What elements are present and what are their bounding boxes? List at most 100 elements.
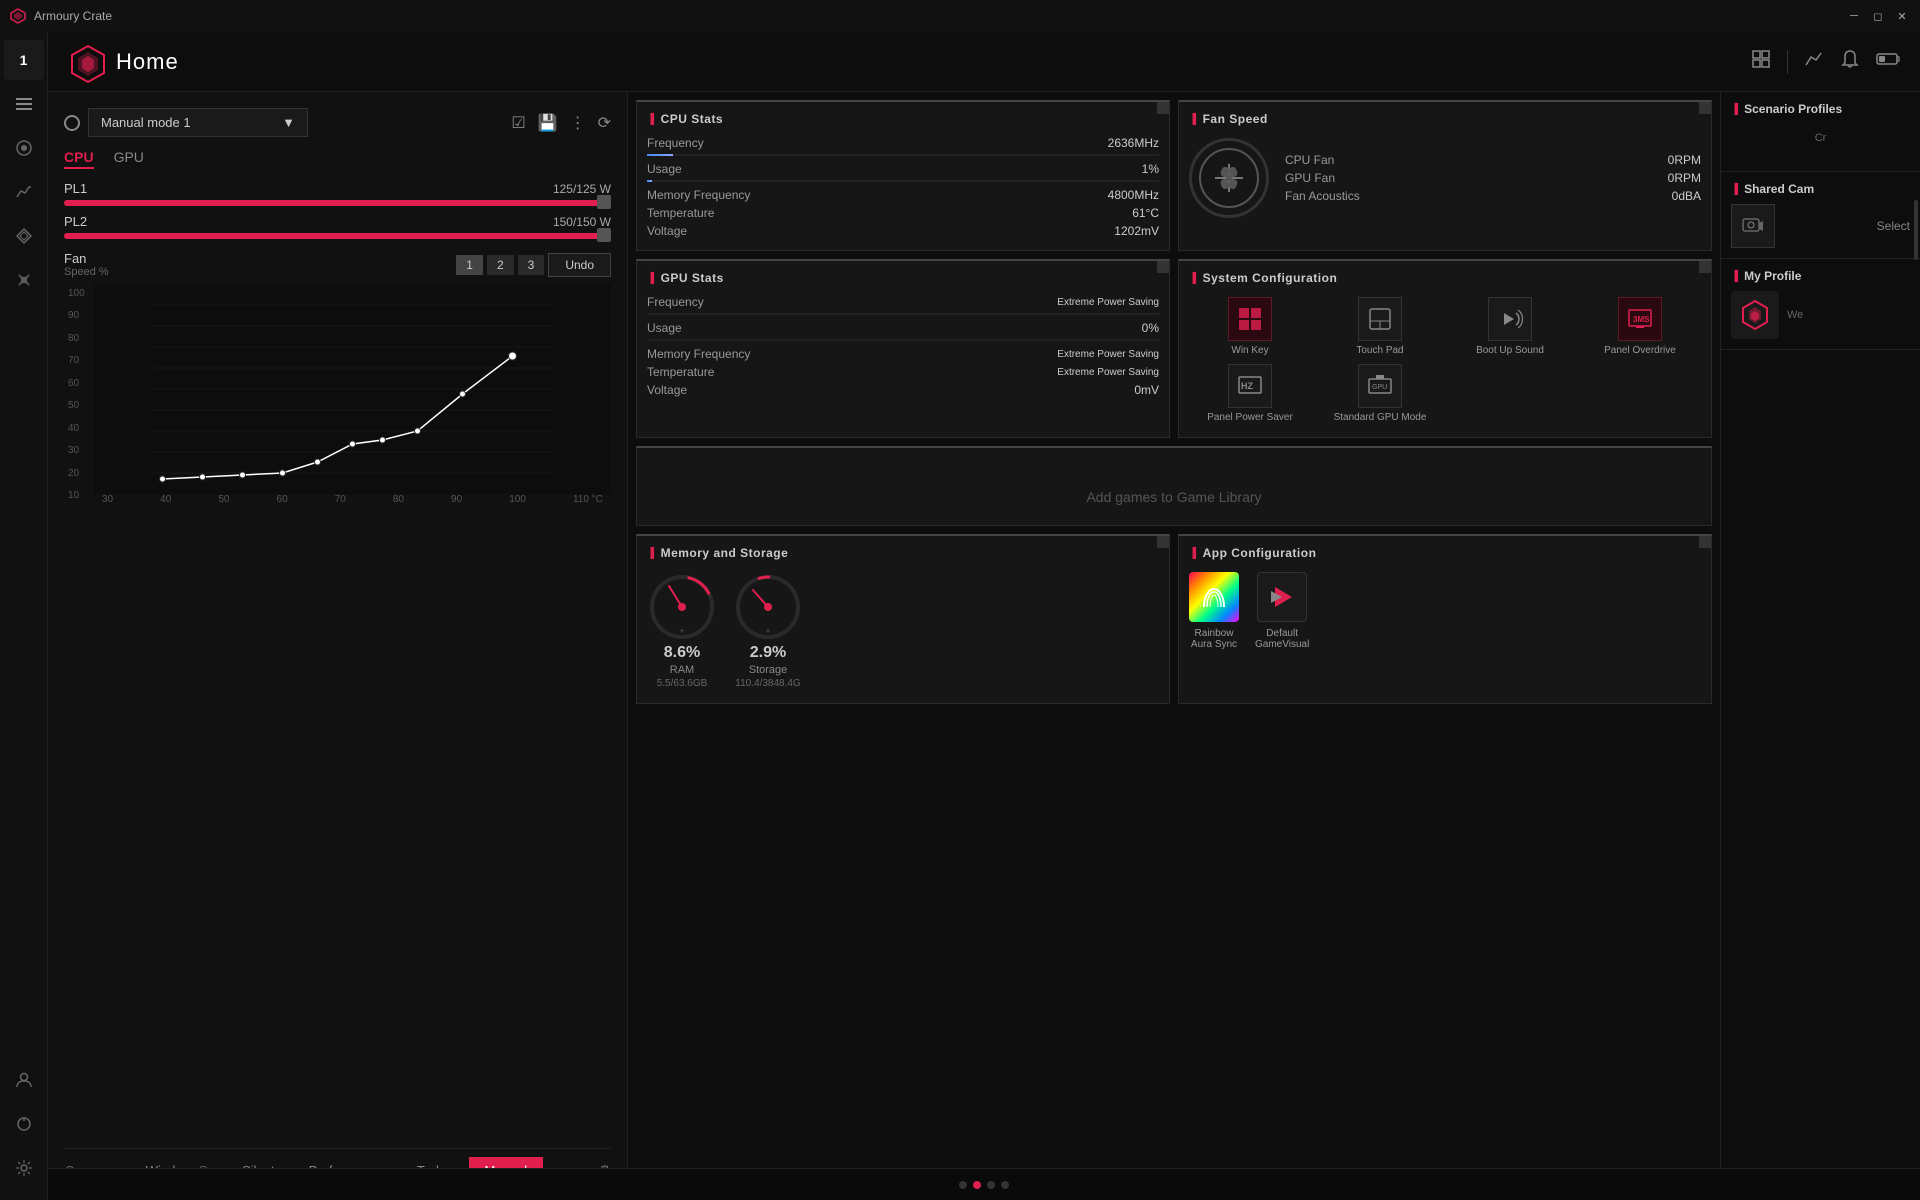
- gpu-stats-panel: ▐ GPU Stats Frequency Extreme Power Savi…: [636, 259, 1170, 438]
- cpu-stats-panel: ▐ CPU Stats Frequency 2636MHz Usage 1: [636, 100, 1170, 251]
- acoustics-row: Fan Acoustics 0dBA: [1285, 187, 1701, 205]
- sidebar: 1: [0, 32, 48, 1200]
- save-icon[interactable]: 💾: [538, 113, 558, 133]
- sidebar-top: 1: [4, 40, 44, 1056]
- shared-cam-title: ▐ Shared Cam: [1731, 182, 1910, 196]
- pl2-slider[interactable]: [64, 233, 611, 239]
- sidebar-item-lighting[interactable]: [4, 128, 44, 168]
- sidebar-item-hamburger[interactable]: [4, 84, 44, 124]
- sidebar-item-fan-settings[interactable]: [4, 260, 44, 300]
- header-icons: [1751, 49, 1900, 74]
- profile-dropdown-btn[interactable]: Manual mode 1 ▼: [88, 108, 308, 137]
- sidebar-item-home[interactable]: 1: [4, 40, 44, 80]
- fan-title-group: Fan Speed %: [64, 251, 109, 278]
- hamburger-icon: [12, 94, 36, 114]
- sys-item-powersaver[interactable]: HZ Panel Power Saver: [1189, 364, 1311, 423]
- add-games-area[interactable]: Add games to Game Library: [647, 489, 1701, 505]
- sys-item-touchpad[interactable]: Touch Pad: [1319, 297, 1441, 356]
- stats-row-2: ▐ GPU Stats Frequency Extreme Power Savi…: [636, 259, 1712, 438]
- grid-icon[interactable]: [1751, 49, 1771, 74]
- sidebar-item-aura[interactable]: [4, 216, 44, 256]
- cpu-fan-row: CPU Fan 0RPM: [1285, 151, 1701, 169]
- fan-chart-area: 30 40 50 60 70 80 90 100 110 °C: [94, 284, 611, 505]
- pl1-handle[interactable]: [597, 195, 611, 209]
- svg-text:+: +: [765, 626, 770, 636]
- fan-btn-3[interactable]: 3: [518, 255, 545, 275]
- fan-title: Fan: [64, 251, 86, 266]
- ram-label: RAM: [670, 664, 694, 676]
- my-profile-content: We: [1731, 291, 1910, 339]
- sidebar-bottom: [4, 1060, 44, 1200]
- chart-icon[interactable]: [1804, 49, 1824, 74]
- sys-item-bootup[interactable]: Boot Up Sound: [1449, 297, 1571, 356]
- cpu-freq-row: Frequency 2636MHz: [647, 134, 1159, 152]
- fan-btn-1[interactable]: 1: [456, 255, 483, 275]
- bell-icon[interactable]: [1840, 49, 1860, 74]
- right-scroll-handle[interactable]: [1914, 200, 1918, 260]
- fan-controls: 1 2 3 Undo: [456, 253, 611, 277]
- tab-cpu[interactable]: CPU: [64, 149, 94, 169]
- minimize-btn[interactable]: ─: [1846, 8, 1862, 24]
- cpu-memfreq-row: Memory Frequency 4800MHz: [647, 186, 1159, 204]
- fan-xaxis: 30 40 50 60 70 80 90 100 110 °C: [94, 494, 611, 505]
- gpu-freq-bar: [647, 313, 1159, 315]
- header-divider-1: [1787, 50, 1788, 74]
- cpu-temp-row: Temperature 61°C: [647, 204, 1159, 222]
- fan-subtitle: Speed %: [64, 266, 109, 278]
- fan-chart-wrapper: 100 90 80 70 60 50 40 30 20 10: [64, 284, 611, 505]
- gpu-freq-row: Frequency Extreme Power Saving: [647, 293, 1159, 311]
- sys-item-winkey[interactable]: Win Key: [1189, 297, 1311, 356]
- sidebar-item-circle[interactable]: [4, 1104, 44, 1144]
- app-config-panel: ▐ App Configuration: [1178, 534, 1712, 704]
- window-controls: ─ ◻ ✕: [1846, 8, 1910, 24]
- ram-gauge: + 8.6% RAM 5.5/63.6GB: [647, 572, 717, 689]
- storage-detail: 110.4/3848.4G: [735, 678, 800, 689]
- cpu-voltage-row: Voltage 1202mV: [647, 222, 1159, 240]
- pl1-slider[interactable]: [64, 200, 611, 206]
- battery-icon[interactable]: [1876, 51, 1900, 72]
- app-item-gamevisual[interactable]: DefaultGameVisual: [1255, 572, 1309, 650]
- dot-1: [959, 1181, 967, 1189]
- profile-info: We: [1779, 309, 1910, 321]
- dot-3: [987, 1181, 995, 1189]
- fan-btn-2[interactable]: 2: [487, 255, 514, 275]
- gpu-usage-bar: [647, 339, 1159, 341]
- pl1-row: PL1 125/125 W: [64, 181, 611, 206]
- undo-btn[interactable]: Undo: [548, 253, 611, 277]
- gpu-fan-row: GPU Fan 0RPM: [1285, 169, 1701, 187]
- pl2-handle[interactable]: [597, 228, 611, 242]
- storage-dial: +: [733, 572, 803, 642]
- gamevisual-label: DefaultGameVisual: [1255, 628, 1309, 650]
- more-icon[interactable]: ⋮: [570, 113, 586, 133]
- stats-area: ▐ CPU Stats Frequency 2636MHz Usage 1: [628, 92, 1720, 1200]
- powersaver-icon: HZ: [1228, 364, 1272, 408]
- sys-item-gpumode[interactable]: GPU Standard GPU Mode: [1319, 364, 1441, 423]
- sidebar-item-performance[interactable]: [4, 172, 44, 212]
- storage-dial-svg: +: [733, 572, 803, 642]
- sidebar-item-user[interactable]: [4, 1060, 44, 1100]
- storage-label: Storage: [749, 664, 788, 676]
- cpu-stats-title: ▐ CPU Stats: [647, 112, 1159, 126]
- cpu-usage-row: Usage 1%: [647, 160, 1159, 178]
- sys-item-overdrive[interactable]: 3MS Panel Overdrive: [1579, 297, 1701, 356]
- close-btn[interactable]: ✕: [1894, 8, 1910, 24]
- refresh-icon[interactable]: ⟳: [598, 113, 611, 133]
- app-icon: [10, 8, 26, 24]
- main-panel: Manual mode 1 ▼ ☑ 💾 ⋮ ⟳ CPU GPU: [48, 92, 628, 1200]
- sidebar-item-system-settings[interactable]: [4, 1148, 44, 1188]
- check-icon[interactable]: ☑: [511, 113, 525, 133]
- app-item-rainbow[interactable]: RainbowAura Sync: [1189, 572, 1239, 650]
- restore-btn[interactable]: ◻: [1870, 8, 1886, 24]
- scenario-profiles-content: Cr: [1731, 124, 1910, 152]
- tab-gpu[interactable]: GPU: [114, 149, 144, 169]
- page-title: Home: [116, 49, 179, 75]
- panel-corner-3: [1157, 261, 1169, 273]
- winkey-icon: [1228, 297, 1272, 341]
- rog-logo: [68, 44, 104, 80]
- scenario-profiles-section: ▐ Scenario Profiles Cr: [1721, 92, 1920, 172]
- toolbar-icons: ☑ 💾 ⋮ ⟳: [511, 113, 611, 133]
- shared-cam-select-btn[interactable]: Select: [1877, 219, 1910, 233]
- profile-we-label: We: [1787, 309, 1910, 321]
- cpu-usage-bar: [647, 180, 1159, 182]
- shared-cam-content: Select: [1731, 204, 1910, 248]
